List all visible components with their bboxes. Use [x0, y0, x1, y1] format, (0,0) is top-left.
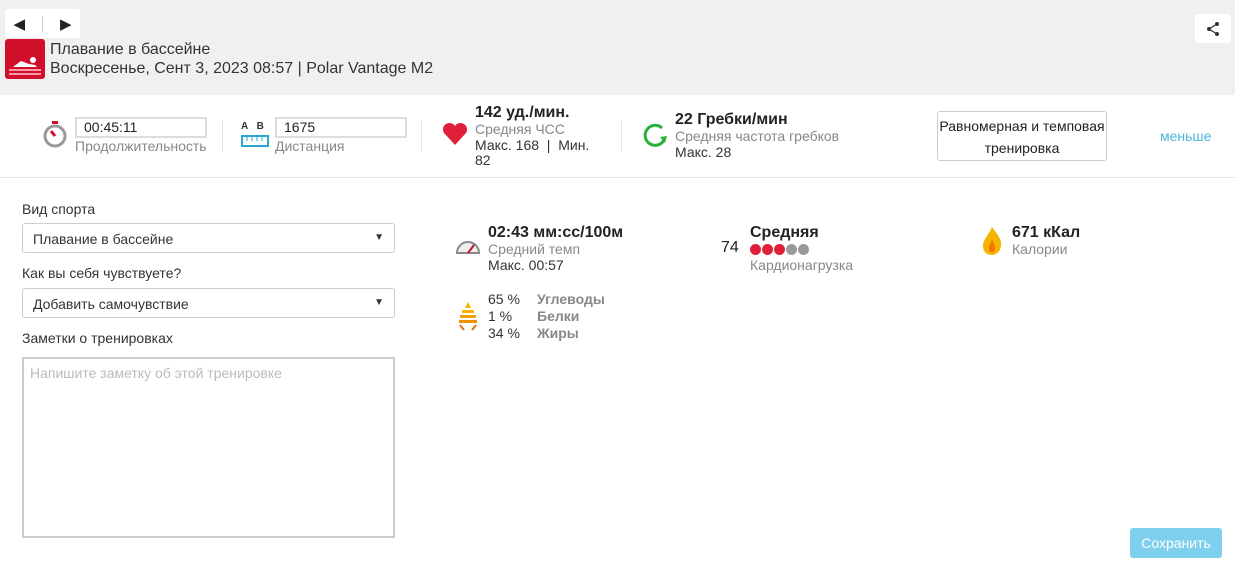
next-button[interactable]: ▶	[60, 15, 72, 33]
share-icon	[1207, 21, 1219, 36]
cardio-load-number: 74	[721, 239, 739, 256]
less-link[interactable]: меньше	[1160, 128, 1211, 144]
share-button[interactable]	[1195, 14, 1231, 43]
stopwatch-icon	[43, 121, 67, 148]
fuel-item-fat: 34 % Жиры	[488, 325, 605, 342]
training-benefit-button[interactable]: Равномерная и темповая тренировка	[937, 111, 1107, 161]
flame-icon	[983, 227, 1002, 255]
pace-value: 02:43 мм:сс/100м	[488, 224, 624, 241]
pace-label: Средний темп	[488, 241, 581, 257]
stroke-rate-icon	[643, 123, 667, 147]
feeling-label: Как вы себя чувствуете?	[22, 265, 182, 281]
summary-stats: 00:45:11 Продолжительность A B 1675 Дист…	[0, 95, 1235, 178]
fuel-name: Жиры	[537, 325, 579, 341]
stroke-max: Макс. 28	[675, 144, 732, 160]
sport-title: Плавание в бассейне	[50, 41, 211, 58]
duration-input[interactable]: 00:45:11	[75, 117, 207, 138]
divider	[222, 120, 223, 152]
fuel-name: Белки	[537, 308, 580, 324]
ruler-icon	[241, 135, 269, 147]
prev-button[interactable]: ◀	[13, 15, 25, 33]
hr-min: 82	[475, 152, 491, 168]
distance-input[interactable]: 1675	[275, 117, 407, 138]
fuel-item-protein: 1 % Белки	[488, 308, 605, 325]
nav-buttons: ◀ ▶	[5, 9, 80, 38]
fuel-source-icon	[459, 302, 477, 331]
fuel-pct: 65 %	[488, 291, 520, 307]
feeling-value: Добавить самочувствие	[33, 296, 189, 312]
fuel-item-carbs: 65 % Углеводы	[488, 291, 605, 308]
workout-title: Плавание в бассейне Воскресенье, Сент 3,…	[50, 40, 433, 78]
chevron-down-icon: ▼	[374, 297, 384, 308]
stroke-value: 22 Гребки/мин	[675, 111, 788, 128]
feeling-select[interactable]: Добавить самочувствие ▼	[22, 288, 395, 318]
cardio-load-dot	[750, 244, 761, 255]
a-label: A	[241, 121, 249, 132]
divider	[421, 120, 422, 152]
cardio-load-label: Кардионагрузка	[750, 257, 854, 273]
speedometer-icon	[455, 241, 481, 254]
sport-label: Вид спорта	[22, 201, 96, 217]
calories-value: 671 кКал	[1012, 224, 1081, 241]
chevron-down-icon: ▼	[374, 232, 384, 243]
stroke-label: Средняя частота гребков	[675, 128, 840, 144]
hr-value: 142 уд./мин.	[475, 104, 570, 121]
sport-select[interactable]: Плавание в бассейне ▼	[22, 223, 395, 253]
workout-subtitle: Воскресенье, Сент 3, 2023 08:57 | Polar …	[50, 60, 434, 77]
calories-label: Калории	[1012, 241, 1068, 257]
cardio-load-dot	[762, 244, 773, 255]
distance-label: Дистанция	[275, 138, 345, 154]
cardio-load-dot	[798, 244, 809, 255]
cardio-load-dot	[786, 244, 797, 255]
cardio-load-value: Средняя	[750, 224, 819, 241]
fuel-list: 65 % Углеводы 1 % Белки 34 % Жиры	[488, 291, 605, 342]
save-button[interactable]: Сохранить	[1130, 528, 1222, 558]
sport-value: Плавание в бассейне	[33, 231, 174, 247]
distance-ab: A B	[241, 121, 264, 132]
divider	[42, 15, 43, 32]
hr-minmax: Макс. 168 | Мин.	[475, 137, 590, 153]
heart-icon	[442, 122, 468, 145]
b-label: B	[256, 121, 264, 132]
duration-label: Продолжительность	[75, 138, 207, 154]
fuel-pct: 34 %	[488, 325, 520, 341]
fuel-name: Углеводы	[537, 291, 605, 307]
pace-max: Макс. 00:57	[488, 257, 564, 273]
swimming-icon	[5, 39, 45, 79]
divider	[621, 120, 622, 152]
notes-label: Заметки о тренировках	[22, 330, 173, 346]
notes-input[interactable]	[22, 357, 395, 538]
header: ◀ ▶ Плавание в бассейне Воскресенье, Сен…	[0, 0, 1235, 95]
fuel-pct: 1 %	[488, 308, 513, 324]
hr-label: Средняя ЧСС	[475, 121, 565, 137]
cardio-load-dot	[774, 244, 785, 255]
